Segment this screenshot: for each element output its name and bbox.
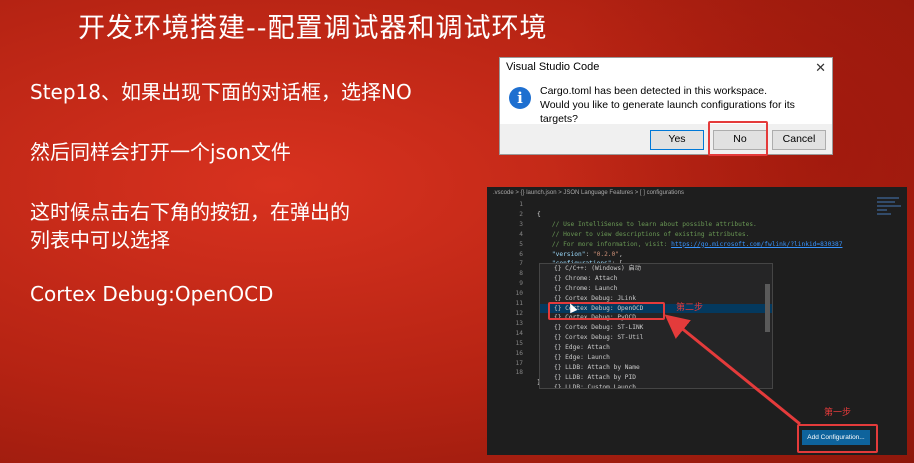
annotation-arrow bbox=[664, 314, 801, 426]
